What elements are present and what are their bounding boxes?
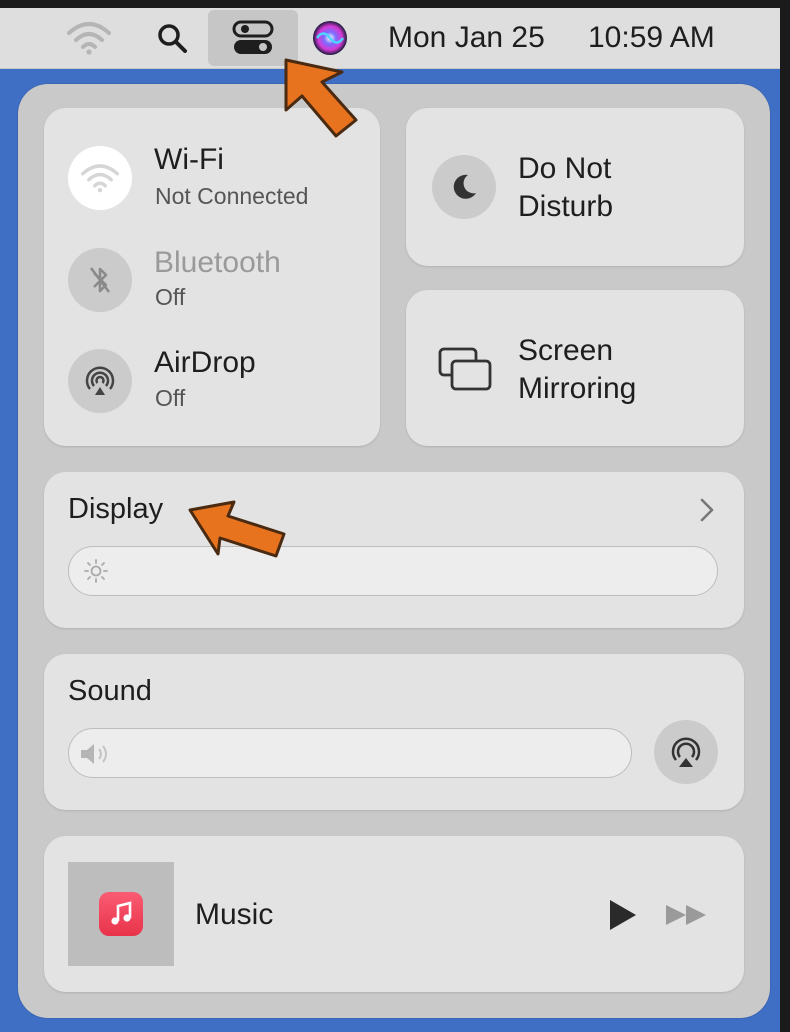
moon-icon — [453, 174, 476, 199]
music-title: Music — [195, 898, 274, 931]
wifi-title: Wi-Fi — [154, 143, 224, 176]
search-icon[interactable] — [148, 8, 196, 68]
airdrop-toggle[interactable] — [68, 349, 132, 413]
fast-forward-icon[interactable] — [664, 903, 708, 927]
annotation-arrow-display — [188, 500, 286, 558]
do-not-disturb-label-line2: Disturb — [518, 190, 614, 223]
display-title[interactable]: Display — [68, 493, 163, 526]
sound-title: Sound — [68, 675, 152, 707]
airplay-audio-icon — [671, 737, 701, 767]
bluetooth-status: Off — [155, 284, 186, 310]
annotation-arrow-control-center — [284, 58, 358, 138]
wifi-status: Not Connected — [155, 183, 309, 209]
wifi-icon — [81, 164, 119, 193]
airdrop-status: Off — [155, 385, 186, 411]
bluetooth-off-icon — [90, 267, 110, 293]
bluetooth-title: Bluetooth — [154, 246, 281, 279]
music-app-icon — [99, 892, 143, 936]
menubar-date[interactable]: Mon Jan 25 — [388, 8, 545, 68]
airdrop-icon — [85, 366, 115, 395]
window-frame-top — [0, 0, 790, 8]
album-artwork[interactable] — [68, 862, 174, 966]
airdrop-title: AirDrop — [154, 346, 256, 379]
menubar-time[interactable]: 10:59 AM — [588, 8, 715, 68]
wifi-menu-icon[interactable] — [62, 8, 116, 68]
do-not-disturb-label-line1: Do Not — [518, 152, 612, 185]
play-icon[interactable] — [606, 898, 638, 932]
screen-mirroring-label-line1: Screen — [518, 334, 614, 367]
wifi-toggle[interactable] — [68, 146, 132, 210]
menu-bar: Mon Jan 25 10:59 AM — [0, 8, 780, 69]
do-not-disturb-toggle[interactable] — [432, 155, 496, 219]
brightness-icon — [84, 559, 108, 583]
chevron-right-icon[interactable] — [698, 497, 716, 523]
screen-mirroring-icon — [438, 347, 492, 391]
airplay-audio-button[interactable] — [654, 720, 718, 784]
speaker-icon — [81, 744, 107, 764]
bluetooth-toggle[interactable] — [68, 248, 132, 312]
brightness-slider[interactable] — [68, 546, 718, 596]
screen-mirroring-label-line2: Mirroring — [518, 372, 637, 405]
volume-slider[interactable] — [68, 728, 632, 778]
window-frame-right — [780, 0, 790, 1032]
